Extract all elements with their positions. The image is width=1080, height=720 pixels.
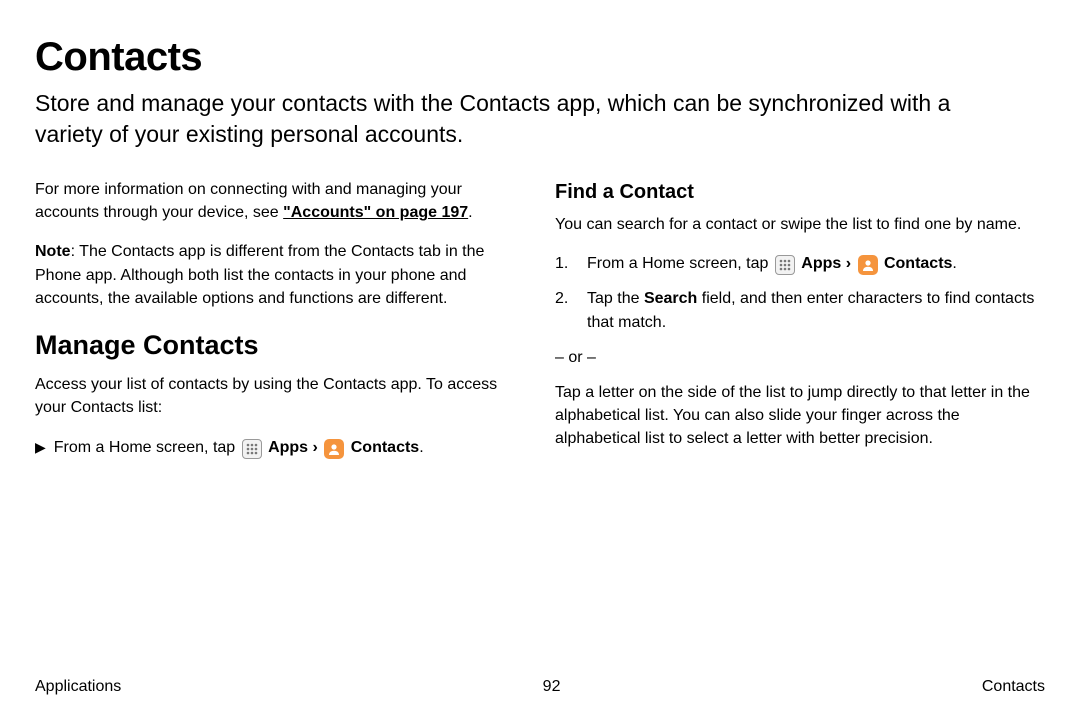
separator: › [841, 255, 855, 272]
step-number-2: 2. [555, 287, 573, 333]
home-screen-step: ▶ From a Home screen, tap Apps › Contact… [35, 436, 525, 459]
separator: › [308, 439, 322, 456]
accounts-link[interactable]: "Accounts" on page 197 [283, 204, 468, 221]
right-column: Find a Contact You can search for a cont… [555, 178, 1045, 467]
apps-label: Apps [268, 439, 308, 456]
page-title: Contacts [35, 35, 1045, 80]
note-label: Note [35, 243, 71, 260]
find-steps-list: 1. From a Home screen, tap Apps › Contac… [555, 252, 1045, 334]
footer-right: Contacts [982, 678, 1045, 696]
or-separator: – or – [555, 346, 1045, 369]
apps-icon [242, 439, 262, 459]
info-paragraph: For more information on connecting with … [35, 178, 525, 224]
info-text-post: . [468, 204, 472, 221]
manage-contacts-text: Access your list of contacts by using th… [35, 373, 525, 419]
contacts-label: Contacts [351, 439, 419, 456]
step-number-1: 1. [555, 252, 573, 275]
left-column: For more information on connecting with … [35, 178, 525, 467]
page-footer: Applications 92 Contacts [35, 678, 1045, 696]
contacts-label: Contacts [884, 255, 952, 272]
step-prefix: From a Home screen, tap [54, 439, 240, 456]
find-contact-text: You can search for a contact or swipe th… [555, 213, 1045, 236]
apps-label: Apps [801, 255, 841, 272]
note-text: : The Contacts app is different from the… [35, 243, 484, 306]
contacts-icon [858, 255, 878, 275]
step2-pre: Tap the [587, 290, 644, 307]
period: . [419, 439, 423, 456]
page-intro: Store and manage your contacts with the … [35, 88, 1015, 150]
manage-contacts-heading: Manage Contacts [35, 326, 525, 365]
content-columns: For more information on connecting with … [35, 178, 1045, 467]
note-paragraph: Note: The Contacts app is different from… [35, 240, 525, 310]
list-item: 2. Tap the Search field, and then enter … [555, 287, 1045, 333]
period: . [952, 255, 956, 272]
list-item: 1. From a Home screen, tap Apps › Contac… [555, 252, 1045, 275]
find-contact-heading: Find a Contact [555, 178, 1045, 207]
footer-left: Applications [35, 678, 121, 696]
contacts-icon [324, 439, 344, 459]
triangle-bullet-icon: ▶ [35, 437, 46, 457]
apps-icon [775, 255, 795, 275]
step1-prefix: From a Home screen, tap [587, 255, 773, 272]
footer-page-number: 92 [543, 678, 561, 696]
search-bold: Search [644, 290, 697, 307]
alt-paragraph: Tap a letter on the side of the list to … [555, 381, 1045, 451]
